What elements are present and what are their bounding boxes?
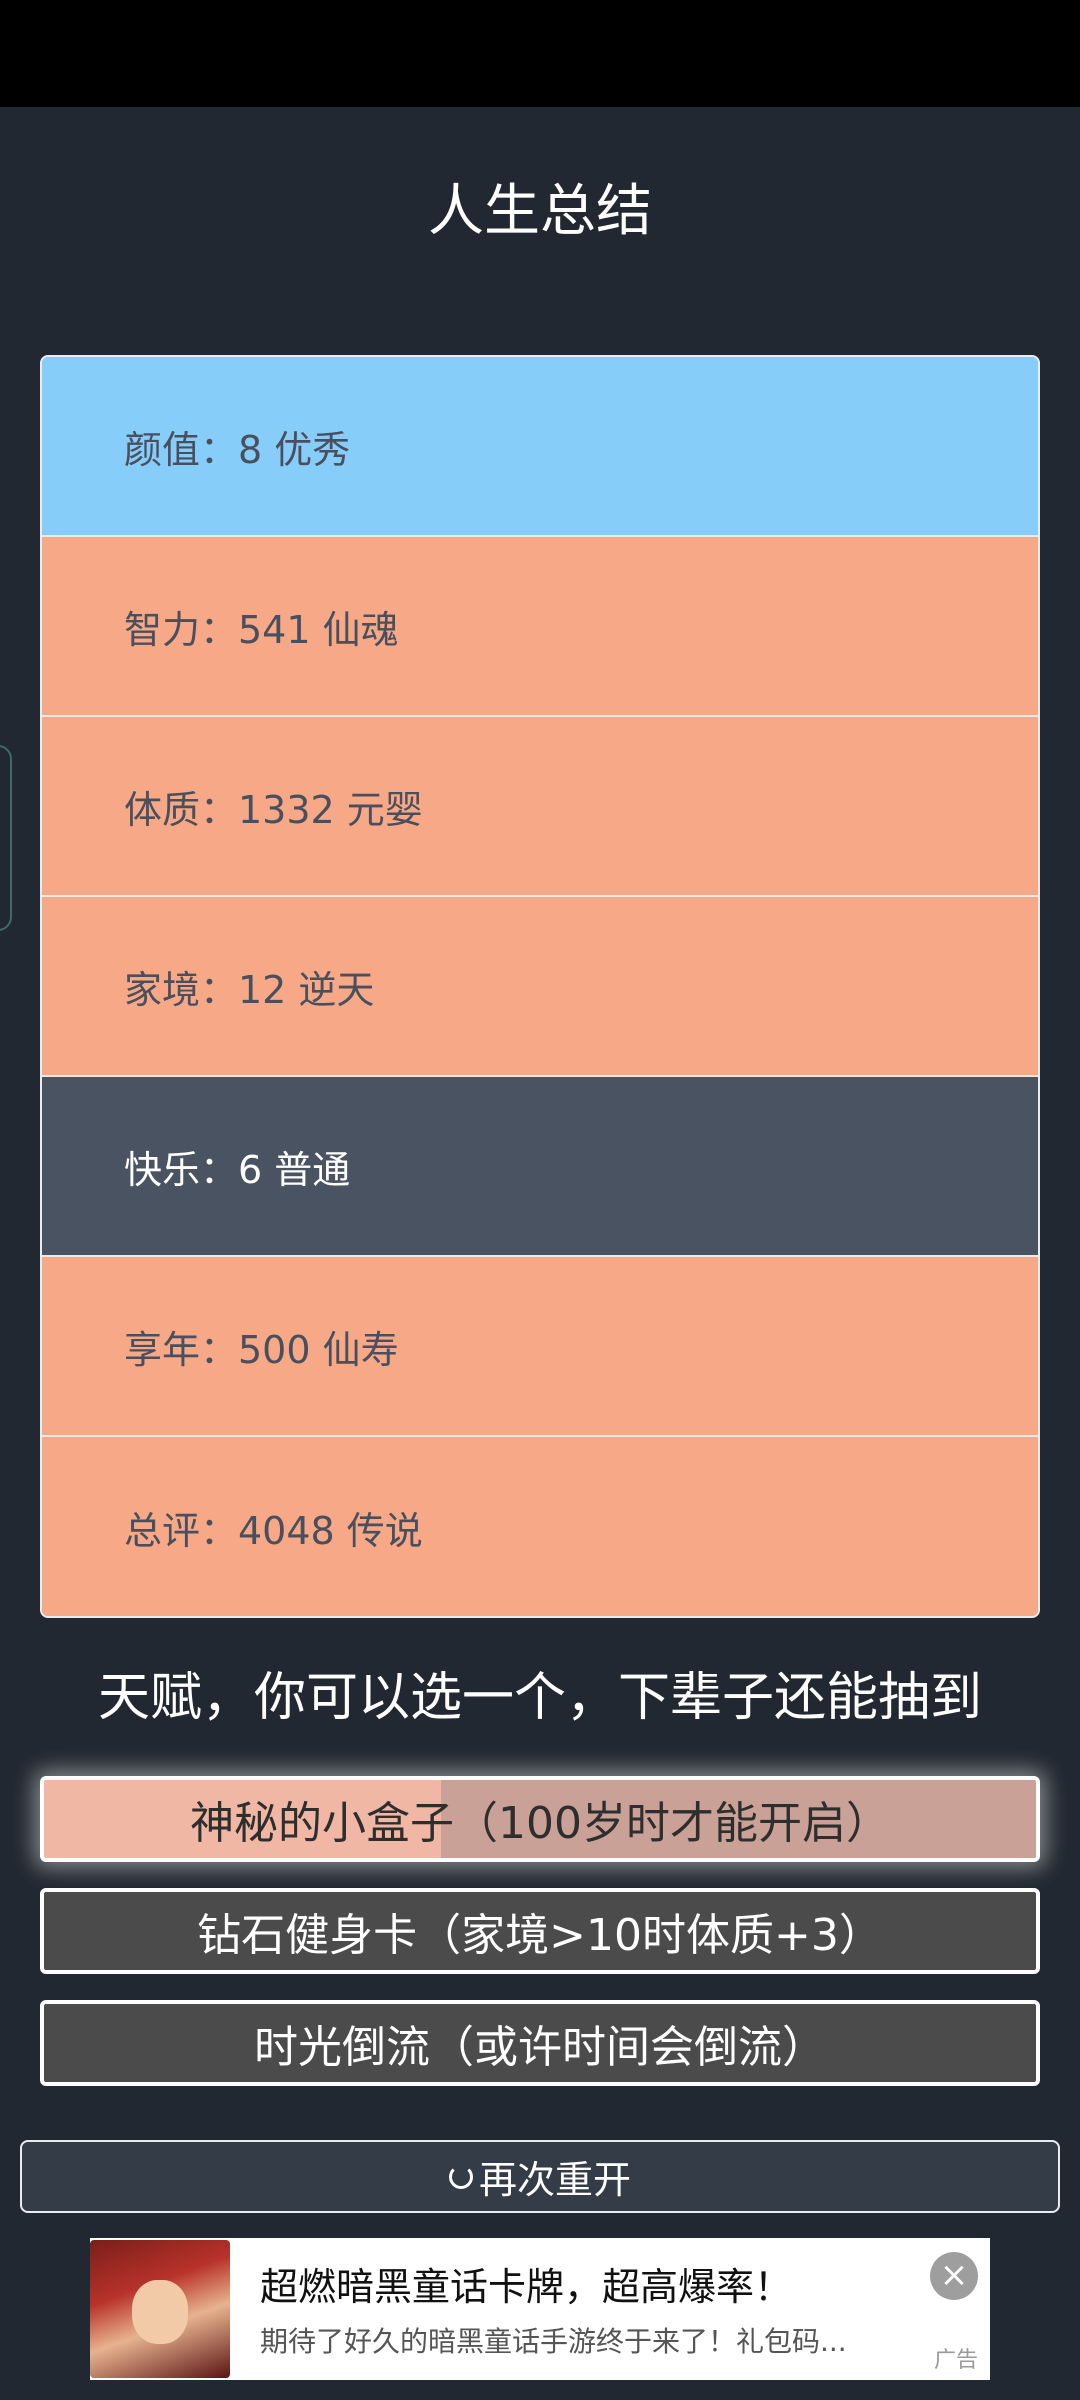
stat-row-constitution: 体质：1332 元婴 xyxy=(42,717,1038,897)
stat-row-happiness: 快乐：6 普通 xyxy=(42,1077,1038,1257)
close-icon[interactable]: × xyxy=(930,2252,978,2300)
restart-button[interactable]: 再次重开 xyxy=(20,2140,1060,2213)
stat-row-family: 家境：12 逆天 xyxy=(42,897,1038,1077)
ad-badge: 广告 xyxy=(933,2348,978,2373)
ad-description[interactable]: 期待了好久的暗黑童话手游终于来了！礼包码... xyxy=(260,2320,847,2360)
page-title: 人生总结 xyxy=(428,179,652,244)
side-drawer-handle[interactable] xyxy=(0,745,12,931)
stats-panel: 颜值：8 优秀 智力：541 仙魂 体质：1332 元婴 家境：12 逆天 快乐… xyxy=(40,355,1040,1618)
stat-row-appearance: 颜值：8 优秀 xyxy=(42,357,1038,537)
stat-row-overall: 总评：4048 传说 xyxy=(42,1437,1038,1616)
ad-game-thumbnail[interactable] xyxy=(90,2240,230,2378)
talent-heading: 天赋，你可以选一个，下辈子还能抽到 xyxy=(97,1668,982,1728)
talent-option-diamond-gym-card[interactable]: 钻石健身卡（家境>10时体质+3） xyxy=(40,1888,1040,1974)
refresh-icon xyxy=(448,2164,473,2189)
restart-label: 再次重开 xyxy=(478,2158,631,2202)
stat-row-lifespan: 享年：500 仙寿 xyxy=(42,1257,1038,1437)
talent-option-time-reverse[interactable]: 时光倒流（或许时间会倒流） xyxy=(40,2000,1040,2086)
ad-banner[interactable]: 超燃暗黑童话卡牌，超高爆率！ 期待了好久的暗黑童话手游终于来了！礼包码... ×… xyxy=(90,2238,990,2380)
ad-title[interactable]: 超燃暗黑童话卡牌，超高爆率！ xyxy=(260,2256,792,2311)
ad-character-face xyxy=(132,2280,188,2344)
stat-row-intelligence: 智力：541 仙魂 xyxy=(42,537,1038,717)
talent-option-mystery-box[interactable]: 神秘的小盒子（100岁时才能开启） xyxy=(40,1776,1040,1862)
status-bar xyxy=(0,0,1080,107)
